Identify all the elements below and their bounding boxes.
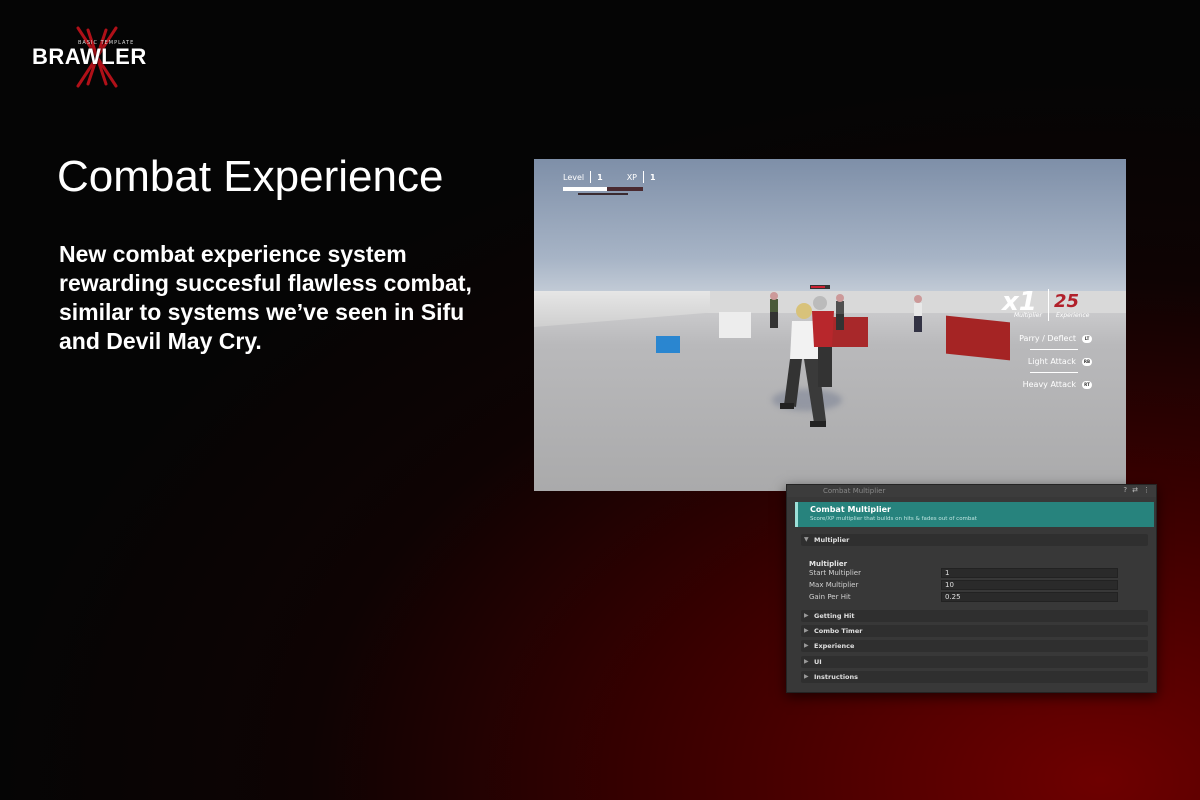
start-multiplier-input[interactable]: 1 (941, 568, 1118, 578)
field-group-label: Multiplier (809, 560, 848, 568)
component-banner: Combat Multiplier Score/XP multiplier th… (795, 502, 1154, 527)
combat-multiplier-inspector: Combat Multiplier ? ⇄ ⋮ Combat Multiplie… (786, 484, 1157, 693)
section-label: Multiplier (814, 536, 850, 544)
inspector-header-title: Combat Multiplier (823, 487, 886, 495)
max-multiplier-input[interactable]: 10 (941, 580, 1118, 590)
action-parry: Parry / Deflect LT (1019, 334, 1092, 343)
field-label-max-multiplier: Max Multiplier (809, 581, 859, 589)
level-label: Level (563, 172, 585, 182)
chevron-right-icon: ▶ (804, 612, 809, 619)
section-combo-timer[interactable]: ▶ Combo Timer (801, 625, 1148, 637)
xp-progress-fill (563, 187, 607, 191)
gain-per-hit-input[interactable]: 0.25 (941, 592, 1118, 602)
action-label: Light Attack (1027, 357, 1076, 366)
chevron-right-icon: ▶ (804, 642, 809, 649)
field-label-gain-per-hit: Gain Per Hit (809, 593, 851, 601)
logo-wordmark: BRAWLER (32, 44, 147, 69)
action-label: Parry / Deflect (1019, 334, 1076, 343)
help-icon[interactable]: ? (1123, 486, 1127, 494)
multiplier-separator (1048, 289, 1049, 321)
chevron-right-icon: ▶ (804, 658, 809, 665)
section-getting-hit[interactable]: ▶ Getting Hit (801, 610, 1148, 622)
multiplier-label: Multiplier (1014, 312, 1042, 319)
section-ui[interactable]: ▶ UI (801, 656, 1148, 668)
action-light-attack: Light Attack RB (1028, 357, 1092, 366)
inspector-header: Combat Multiplier ? ⇄ ⋮ (787, 485, 1156, 497)
xp-label: XP (626, 172, 638, 182)
action-label: Heavy Attack (1022, 380, 1076, 389)
section-multiplier[interactable]: ▼ Multiplier (801, 534, 1148, 546)
chevron-right-icon: ▶ (804, 673, 809, 680)
level-value: 1 (597, 172, 603, 182)
xp-progress-bar (563, 187, 643, 191)
settings-icon[interactable]: ⇄ (1132, 486, 1138, 494)
page-title: Combat Experience (57, 152, 444, 201)
rt-button-icon: RT (1082, 380, 1092, 389)
xp-sub-bar (578, 193, 628, 195)
section-label: Combo Timer (814, 627, 863, 635)
lt-button-icon: LT (1082, 334, 1092, 343)
action-divider (1030, 372, 1078, 373)
xp-value: 1 (650, 172, 656, 182)
enemy-left (770, 292, 778, 328)
section-instructions[interactable]: ▶ Instructions (801, 671, 1148, 683)
section-label: Experience (814, 642, 855, 650)
game-viewport[interactable]: Level 1 XP 1 x1 Multiplier 25 Experience… (534, 159, 1126, 491)
section-experience[interactable]: ▶ Experience (801, 640, 1148, 652)
rb-button-icon: RB (1081, 357, 1092, 366)
enemy-figures (770, 285, 922, 427)
enemy-mid (836, 294, 844, 330)
section-label: Instructions (814, 673, 859, 681)
brawler-logo: BASIC TEMPLATE BRAWLER (30, 26, 162, 90)
action-heavy-attack: Heavy Attack RT (1023, 380, 1092, 389)
description-text: New combat experience system rewarding s… (59, 241, 472, 354)
section-label: Getting Hit (814, 612, 855, 620)
hud-separator (590, 171, 592, 183)
level-xp-hud: Level 1 XP 1 (563, 171, 656, 183)
chevron-down-icon: ▼ (804, 536, 809, 543)
experience-label: Experience (1056, 312, 1090, 319)
section-label: UI (814, 658, 822, 666)
hud-separator (643, 171, 645, 183)
chevron-right-icon: ▶ (804, 627, 809, 634)
banner-subtitle: Score/XP multiplier that builds on hits … (810, 516, 977, 522)
enemy-right (914, 295, 922, 332)
action-divider (1030, 349, 1078, 350)
experience-value: 25 (1054, 291, 1080, 312)
banner-title: Combat Multiplier (810, 505, 891, 514)
more-options-icon[interactable]: ⋮ (1143, 486, 1150, 494)
field-label-start-multiplier: Start Multiplier (809, 569, 861, 577)
